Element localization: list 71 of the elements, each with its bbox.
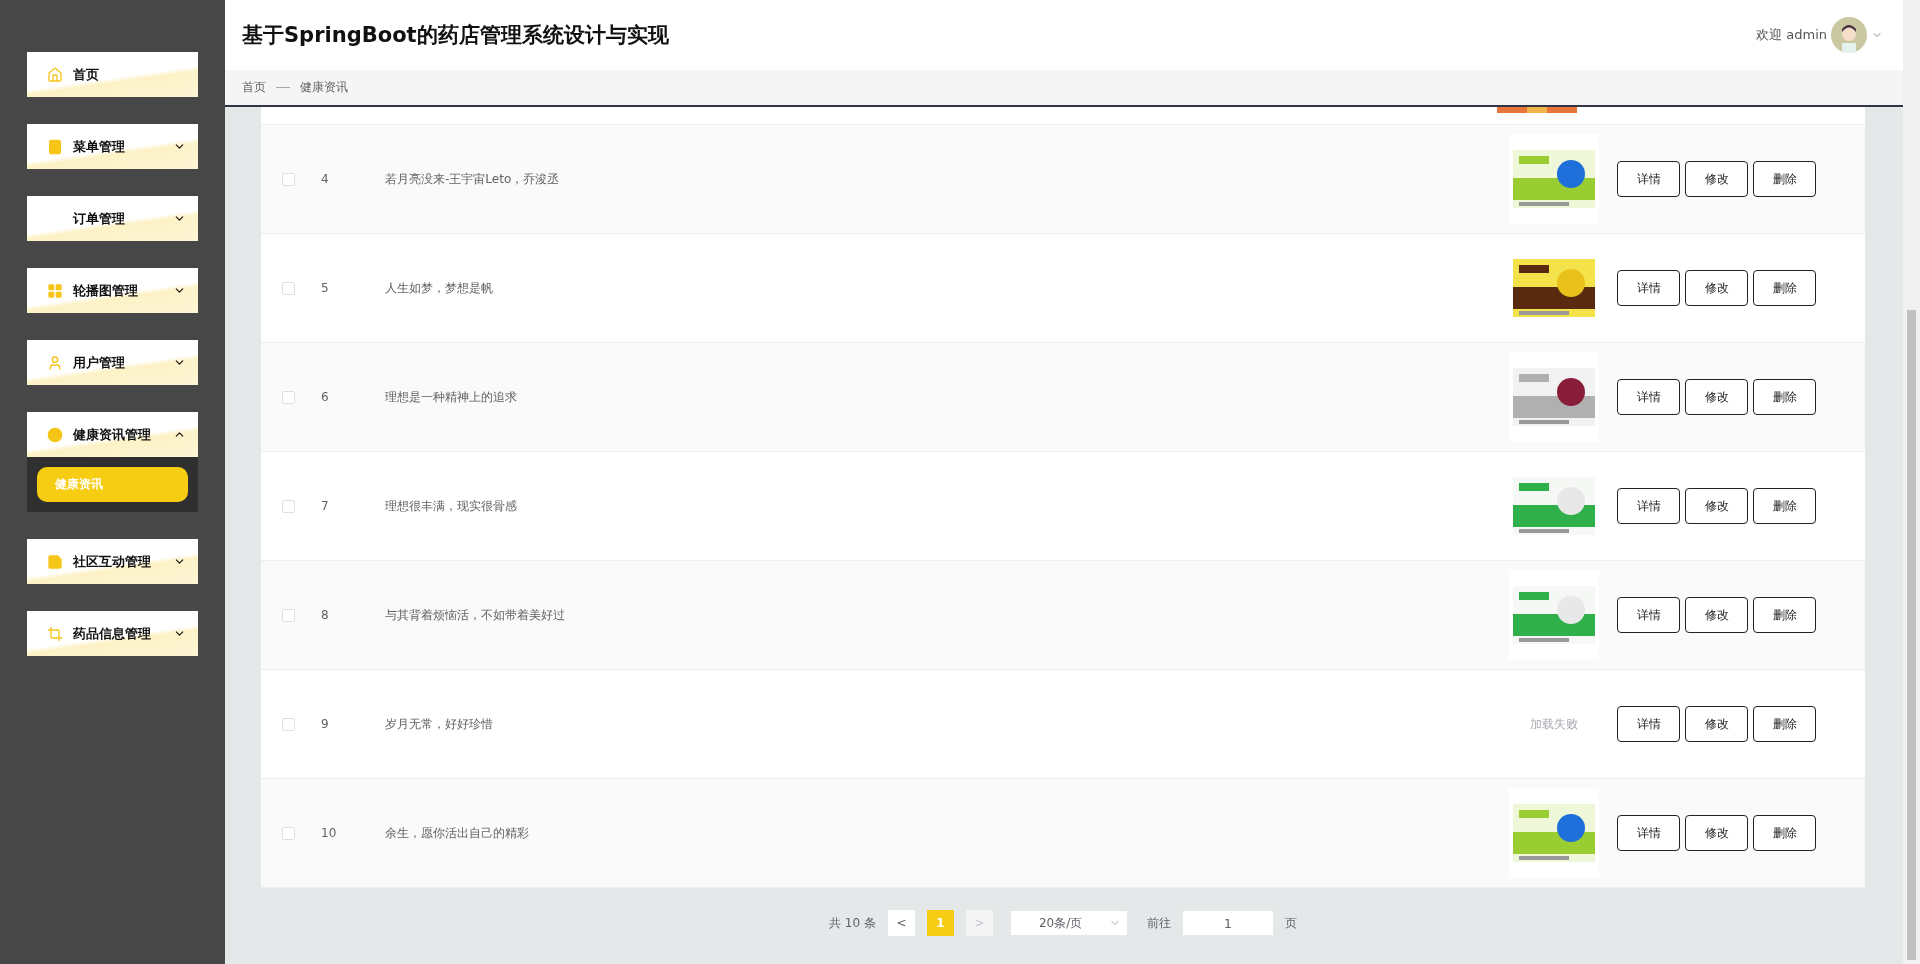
row-checkbox[interactable]: [282, 390, 295, 404]
action-button[interactable]: 详情: [1617, 488, 1680, 524]
goto-label: 前往: [1146, 914, 1171, 932]
action-button[interactable]: 修改: [1685, 815, 1748, 851]
action-button[interactable]: 详情: [1617, 815, 1680, 851]
disc-icon: [47, 426, 63, 443]
crop-icon: [47, 625, 63, 642]
action-button[interactable]: 删除: [1753, 488, 1816, 524]
sidebar-item[interactable]: 首页: [27, 52, 198, 97]
row-checkbox[interactable]: [282, 281, 295, 295]
article-title: 理想很丰满，现实很骨感: [385, 497, 518, 515]
row-index: 4: [321, 172, 330, 186]
sidebar-item[interactable]: 健康资讯管理: [27, 412, 198, 457]
sidebar-item[interactable]: 社区互动管理: [27, 539, 198, 584]
article-title: 岁月无常，好好珍惜: [385, 715, 494, 733]
action-button[interactable]: 详情: [1617, 161, 1680, 197]
action-button[interactable]: 删除: [1753, 379, 1816, 415]
action-button[interactable]: 删除: [1753, 706, 1816, 742]
action-button[interactable]: 删除: [1753, 597, 1816, 633]
sidebar-item[interactable]: 菜单管理: [27, 124, 198, 169]
article-title: 若月亮没来-王宇宙Leto，乔浚丞: [385, 170, 561, 188]
action-button[interactable]: 修改: [1685, 488, 1748, 524]
row-index: 8: [321, 608, 330, 622]
page-suffix: 页: [1284, 914, 1297, 932]
image-error-text: 加载失败: [1530, 715, 1578, 733]
grid-icon: [47, 282, 63, 299]
article-title: 与其背着烦恼活，不如带着美好过: [385, 606, 566, 624]
row-index: 10: [321, 826, 338, 840]
article-title: 理想是一种精神上的追求: [385, 388, 518, 406]
row-index: 7: [321, 499, 330, 513]
action-button[interactable]: 删除: [1753, 270, 1816, 306]
action-button[interactable]: 删除: [1753, 815, 1816, 851]
action-button[interactable]: 修改: [1685, 270, 1748, 306]
page-title: 基于SpringBoot的药店管理系统设计与实现: [242, 22, 669, 49]
action-button[interactable]: 修改: [1685, 379, 1748, 415]
row-index: 9: [321, 717, 330, 731]
action-button[interactable]: 详情: [1617, 270, 1680, 306]
row-index: 5: [321, 281, 330, 295]
action-button[interactable]: 修改: [1685, 706, 1748, 742]
scrollbar[interactable]: [1903, 0, 1920, 964]
action-button[interactable]: 详情: [1617, 597, 1680, 633]
sidebar-item[interactable]: 轮播图管理: [27, 268, 198, 313]
breadcrumb-link[interactable]: 健康资讯: [300, 79, 348, 96]
user-icon: [47, 354, 63, 371]
page-size-select[interactable]: 20条/页: [1010, 911, 1127, 935]
row-checkbox[interactable]: [282, 826, 295, 840]
action-button[interactable]: 详情: [1617, 706, 1680, 742]
action-button[interactable]: 修改: [1685, 161, 1748, 197]
prev-page-button[interactable]: <: [887, 910, 915, 936]
article-title: 人生如梦，梦想是帆: [385, 279, 494, 297]
row-checkbox[interactable]: [282, 499, 295, 513]
row-checkbox[interactable]: [282, 172, 295, 186]
sidebar-item[interactable]: 用户管理: [27, 340, 198, 385]
breadcrumb-separator: [276, 87, 290, 88]
article-title: 余生，愿你活出自己的精彩: [385, 824, 530, 842]
page-input[interactable]: 1: [1182, 911, 1273, 935]
row-checkbox[interactable]: [282, 608, 295, 622]
avatar[interactable]: [1831, 17, 1867, 53]
sidebar-item[interactable]: 订单管理: [27, 196, 198, 241]
total-count: 共 10 条: [829, 914, 876, 932]
breadcrumb-link[interactable]: 首页: [242, 79, 266, 96]
home-icon: [47, 66, 63, 83]
action-button[interactable]: 详情: [1617, 379, 1680, 415]
building-icon: [47, 138, 63, 155]
action-button[interactable]: 删除: [1753, 161, 1816, 197]
row-checkbox[interactable]: [282, 717, 295, 731]
note-icon: [47, 553, 63, 570]
sidebar-item[interactable]: 药品信息管理: [27, 611, 198, 656]
welcome-text: 欢迎 admin: [1756, 26, 1827, 44]
action-button[interactable]: 修改: [1685, 597, 1748, 633]
row-index: 6: [321, 390, 330, 404]
